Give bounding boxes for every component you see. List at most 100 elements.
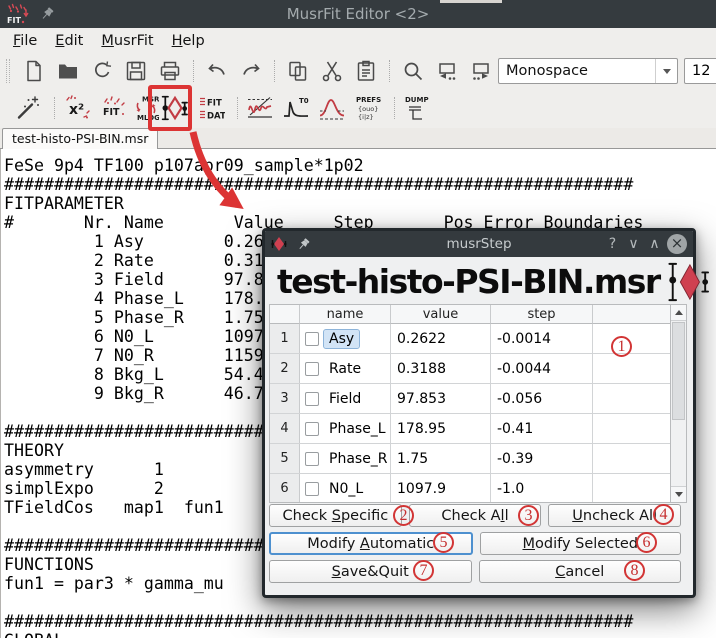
background-window-edge bbox=[440, 0, 502, 3]
param-step-cell[interactable]: -0.39 bbox=[491, 444, 593, 473]
dialog-close-button[interactable]: × bbox=[667, 234, 687, 254]
undo-button[interactable] bbox=[200, 56, 234, 86]
header-value[interactable]: value bbox=[391, 305, 491, 324]
toolbar-separator bbox=[237, 97, 238, 119]
open-file-button[interactable] bbox=[51, 56, 85, 86]
annotation-circle-1: 1 bbox=[611, 336, 632, 357]
search-button[interactable] bbox=[396, 56, 430, 86]
menu-help[interactable]: Help bbox=[163, 30, 214, 52]
svg-text:{i|z}: {i|z} bbox=[358, 113, 374, 121]
svg-text:x²: x² bbox=[69, 102, 84, 118]
font-size-spinner[interactable]: 12 bbox=[684, 58, 716, 84]
dialog-help-button[interactable]: ? bbox=[602, 236, 623, 252]
row-checkbox[interactable] bbox=[305, 452, 319, 466]
param-value-cell[interactable]: 1097.9 bbox=[391, 474, 491, 503]
musrt0-icon: T0 bbox=[282, 94, 310, 122]
dialog-shade-button[interactable]: ∨ bbox=[623, 236, 644, 252]
param-name-cell[interactable]: Asy bbox=[324, 330, 359, 348]
find-next-button[interactable] bbox=[430, 56, 464, 86]
reload-icon bbox=[90, 59, 114, 83]
fit-dat-icon: FITDAT bbox=[197, 94, 225, 122]
row-checkbox[interactable] bbox=[305, 482, 319, 496]
param-value-cell[interactable]: 97.853 bbox=[391, 384, 491, 413]
svg-text:PREFS: PREFS bbox=[356, 96, 381, 104]
toolbar-separator bbox=[394, 97, 395, 119]
musrstep-logo-icon bbox=[667, 260, 709, 304]
prefs-icon: PREFS{ouo}{i|z} bbox=[353, 93, 383, 123]
row-number: 4 bbox=[270, 414, 300, 443]
toolbar-separator bbox=[193, 60, 194, 82]
header-step[interactable]: step bbox=[491, 305, 593, 324]
row-number: 2 bbox=[270, 354, 300, 383]
param-value-cell[interactable]: 178.95 bbox=[391, 414, 491, 443]
toolbar-separator bbox=[54, 97, 55, 119]
print-button[interactable] bbox=[153, 56, 187, 86]
param-value-cell[interactable]: 0.3188 bbox=[391, 354, 491, 383]
check-specific-button[interactable]: Check Specific bbox=[269, 504, 402, 527]
param-step-cell[interactable]: -0.41 bbox=[491, 414, 593, 443]
header-name[interactable]: name bbox=[300, 305, 391, 324]
table-row[interactable]: 5 Phase_R 1.75 -0.39 bbox=[270, 444, 686, 474]
row-checkbox[interactable] bbox=[305, 422, 319, 436]
table-header: name value step bbox=[270, 305, 686, 324]
table-row[interactable]: 3 Field 97.853 -0.056 bbox=[270, 384, 686, 414]
cancel-button[interactable]: Cancel bbox=[479, 560, 682, 583]
row-checkbox[interactable] bbox=[305, 332, 319, 346]
paste-button[interactable] bbox=[349, 56, 383, 86]
scrollbar-thumb[interactable] bbox=[672, 322, 685, 420]
musrft-button[interactable] bbox=[316, 91, 348, 125]
param-step-cell[interactable]: -0.0044 bbox=[491, 354, 593, 383]
param-step-cell[interactable]: -0.0014 bbox=[491, 324, 593, 353]
tab-msr-file[interactable]: test-histo-PSI-BIN.msr bbox=[2, 128, 158, 149]
toolbar-drag-handle[interactable] bbox=[6, 59, 10, 83]
button-row-modify: Modify Automatic Modify Selected bbox=[269, 532, 681, 555]
menu-file[interactable]: File bbox=[4, 30, 46, 52]
dialog-titlebar[interactable]: musrStep ? ∨ ∧ × bbox=[265, 231, 693, 257]
param-step-cell[interactable]: -1.0 bbox=[491, 474, 593, 503]
param-name-cell[interactable]: N0_L bbox=[324, 480, 368, 498]
table-row[interactable]: 2 Rate 0.3188 -0.0044 bbox=[270, 354, 686, 384]
dump-button[interactable]: DUMP bbox=[401, 91, 433, 125]
param-name-cell[interactable]: Phase_L bbox=[324, 420, 391, 438]
param-name-cell[interactable]: Field bbox=[324, 390, 366, 408]
msr2data-button[interactable]: FITDAT bbox=[195, 91, 227, 125]
svg-text:T0: T0 bbox=[299, 97, 309, 105]
new-file-button[interactable] bbox=[17, 56, 51, 86]
row-checkbox[interactable] bbox=[305, 392, 319, 406]
param-name-cell[interactable]: Rate bbox=[324, 360, 366, 378]
table-row[interactable]: 6 N0_L 1097.9 -1.0 bbox=[270, 474, 686, 503]
annotation-circle-5: 5 bbox=[433, 532, 454, 553]
redo-button[interactable] bbox=[234, 56, 268, 86]
prefs-button[interactable]: PREFS{ouo}{i|z} bbox=[352, 91, 384, 125]
font-family-select[interactable]: Monospace bbox=[498, 58, 678, 84]
save-quit-button[interactable]: Save&Quit bbox=[269, 560, 472, 583]
main-toolbar: Monospace 12 bbox=[0, 54, 716, 88]
scroll-up-button[interactable] bbox=[671, 305, 686, 321]
musrfit-run-button[interactable]: FIT bbox=[97, 91, 129, 125]
param-step-cell[interactable]: -0.056 bbox=[491, 384, 593, 413]
tab-bar: test-histo-PSI-BIN.msr bbox=[0, 128, 716, 149]
row-checkbox[interactable] bbox=[305, 362, 319, 376]
save-icon bbox=[124, 59, 148, 83]
menu-musrfit[interactable]: MusrFit bbox=[92, 30, 162, 52]
row-number: 5 bbox=[270, 444, 300, 473]
copy-button[interactable] bbox=[281, 56, 315, 86]
find-prev-button[interactable] bbox=[464, 56, 498, 86]
calc-chisq-button[interactable]: x² bbox=[61, 91, 93, 125]
menu-edit[interactable]: Edit bbox=[46, 30, 92, 52]
scroll-down-button[interactable] bbox=[671, 486, 686, 502]
reload-button[interactable] bbox=[85, 56, 119, 86]
table-row[interactable]: 4 Phase_L 178.95 -0.41 bbox=[270, 414, 686, 444]
cut-button[interactable] bbox=[315, 56, 349, 86]
svg-text:{ouo}: {ouo} bbox=[358, 105, 378, 113]
param-name-cell[interactable]: Phase_R bbox=[324, 450, 393, 468]
save-button[interactable] bbox=[119, 56, 153, 86]
combo-dropdown-button[interactable] bbox=[655, 59, 677, 83]
musrwiz-button[interactable] bbox=[12, 91, 44, 125]
musrt0-button[interactable]: T0 bbox=[280, 91, 312, 125]
musrview-button[interactable] bbox=[244, 91, 276, 125]
dialog-unshade-button[interactable]: ∧ bbox=[644, 236, 665, 252]
param-value-cell[interactable]: 1.75 bbox=[391, 444, 491, 473]
param-value-cell[interactable]: 0.2622 bbox=[391, 324, 491, 353]
table-scrollbar[interactable] bbox=[670, 305, 686, 502]
